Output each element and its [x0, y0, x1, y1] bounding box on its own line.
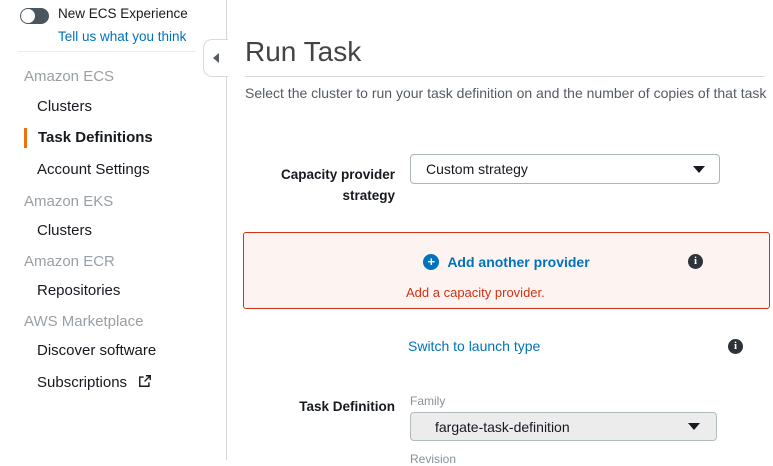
sidebar-section-amazon-eks: Amazon EKS — [0, 191, 226, 213]
sidebar-item-task-definitions[interactable]: Task Definitions — [0, 127, 226, 149]
new-ecs-experience-label: New ECS Experience — [58, 6, 188, 21]
new-ecs-experience-toggle[interactable] — [20, 8, 49, 24]
toggle-knob-icon — [21, 9, 35, 23]
sidebar-item-discover-software[interactable]: Discover software — [0, 340, 226, 362]
capacity-strategy-select[interactable]: Custom strategy — [410, 154, 720, 184]
plus-icon[interactable]: + — [423, 254, 439, 270]
selected-indicator-bar — [24, 128, 27, 148]
info-icon[interactable]: i — [728, 339, 743, 354]
family-select[interactable]: fargate-task-definition — [410, 412, 717, 441]
error-message: Add a capacity provider. — [406, 285, 545, 300]
switch-to-launch-type-link[interactable]: Switch to launch type — [408, 338, 540, 354]
sidebar-item-repositories[interactable]: Repositories — [0, 280, 226, 302]
capacity-provider-error-box: + Add another provider i Add a capacity … — [243, 232, 770, 309]
add-another-provider-link[interactable]: Add another provider — [447, 254, 589, 270]
family-select-value: fargate-task-definition — [435, 419, 570, 435]
chevron-down-icon — [688, 423, 700, 430]
title-divider — [245, 76, 765, 77]
family-field-label: Family — [410, 394, 445, 408]
capacity-provider-strategy-label: Capacity provider strategy — [245, 164, 395, 206]
sidebar-item-ecs-clusters[interactable]: Clusters — [0, 96, 226, 118]
info-icon[interactable]: i — [688, 254, 703, 269]
revision-field-label: Revision — [410, 452, 456, 466]
page-description: Select the cluster to run your task defi… — [245, 85, 766, 101]
chevron-down-icon — [693, 166, 705, 173]
sidebar-item-eks-clusters[interactable]: Clusters — [0, 220, 226, 242]
task-definition-label: Task Definition — [245, 396, 395, 417]
sidebar-divider — [18, 51, 196, 52]
capacity-strategy-value: Custom strategy — [426, 161, 528, 177]
feedback-link[interactable]: Tell us what you think — [58, 29, 186, 44]
sidebar-item-label: Subscriptions — [37, 374, 127, 391]
page-title: Run Task — [245, 36, 361, 68]
sidebar: New ECS Experience Tell us what you thin… — [0, 0, 227, 460]
sidebar-collapse-button[interactable] — [203, 39, 228, 77]
sidebar-section-amazon-ecr: Amazon ECR — [0, 251, 226, 273]
sidebar-section-aws-marketplace: AWS Marketplace — [0, 311, 226, 333]
external-link-icon — [138, 374, 152, 388]
sidebar-section-amazon-ecs: Amazon ECS — [0, 66, 226, 88]
collapse-arrow-icon — [213, 53, 219, 63]
sidebar-item-account-settings[interactable]: Account Settings — [0, 159, 226, 181]
sidebar-item-subscriptions[interactable]: Subscriptions — [0, 372, 226, 394]
sidebar-item-label: Task Definitions — [38, 129, 153, 146]
